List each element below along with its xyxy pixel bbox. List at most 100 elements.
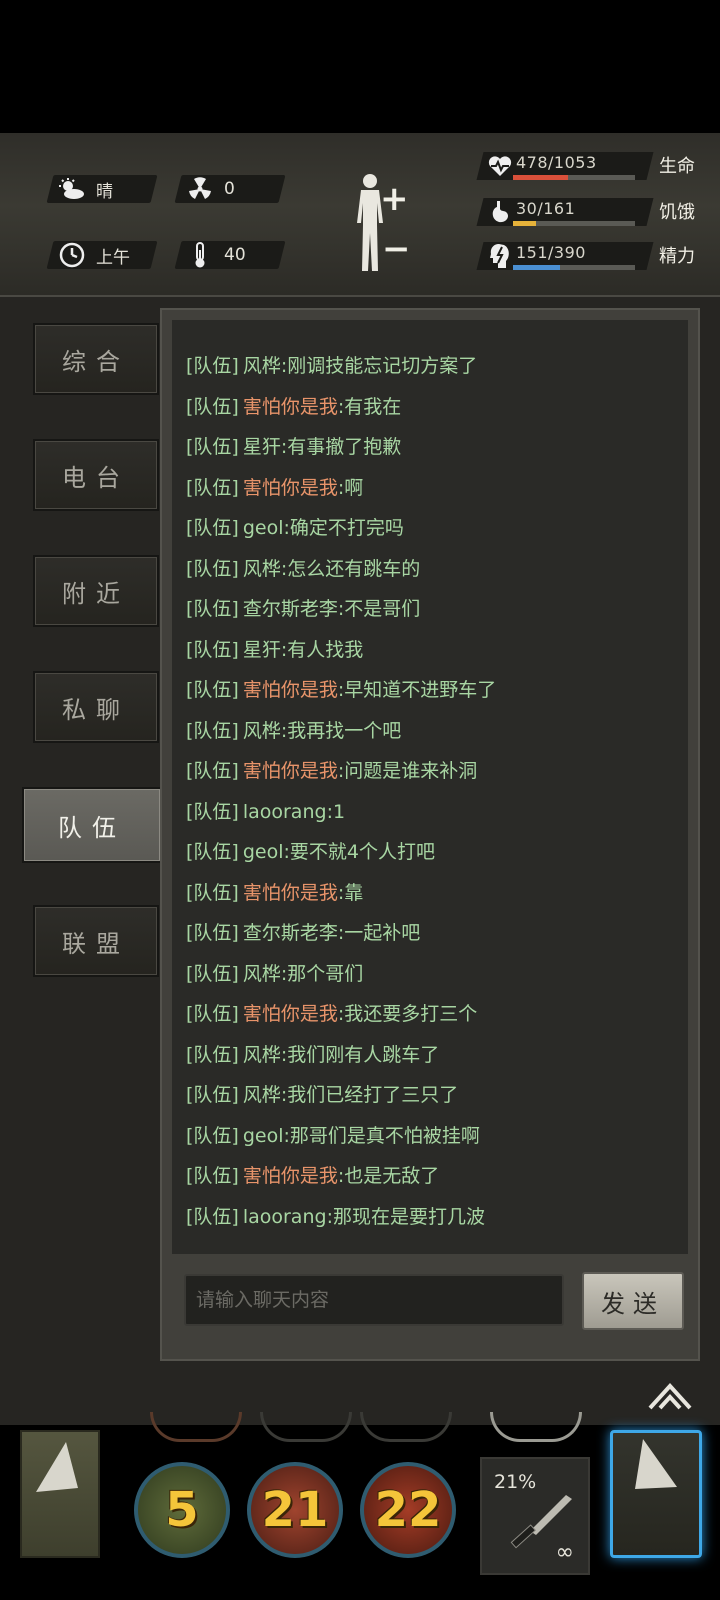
chat-message: [队伍] 害怕你是我:有我在 xyxy=(186,387,401,427)
chat-text: :我们刚有人跳车了 xyxy=(280,1043,440,1066)
chat-channel: [队伍] xyxy=(186,1003,239,1025)
energy-stat: 151/390 精力 xyxy=(476,239,695,273)
chat-sender[interactable]: geol xyxy=(243,517,284,539)
chat-sender[interactable]: 害怕你是我 xyxy=(243,679,338,701)
skill-blade[interactable]: 22 xyxy=(360,1462,456,1558)
chat-channel: [队伍] xyxy=(186,760,239,782)
chat-message: [队伍] 害怕你是我:啊 xyxy=(186,468,363,508)
chat-message: [队伍] 风桦:我们刚有人跳车了 xyxy=(186,1035,439,1075)
health-bar-fill xyxy=(513,175,569,180)
chat-sender[interactable]: 害怕你是我 xyxy=(243,760,338,782)
chat-sender[interactable]: 风桦 xyxy=(243,355,281,377)
collapse-up-icon[interactable] xyxy=(646,1378,694,1414)
chat-sender[interactable]: 风桦 xyxy=(243,1084,281,1106)
chat-sender[interactable]: 害怕你是我 xyxy=(243,477,338,499)
time-pill: 上午 xyxy=(46,241,158,269)
tab-nearby[interactable]: 附近 xyxy=(33,555,159,627)
chat-sender[interactable]: 害怕你是我 xyxy=(243,1003,338,1025)
temperature-value: 40 xyxy=(224,245,246,265)
chat-channel: [队伍] xyxy=(186,1205,239,1228)
chat-text: :不是哥们 xyxy=(337,598,421,620)
minus-icon: − xyxy=(382,229,411,269)
chat-channel: [队伍] xyxy=(186,395,239,418)
chat-message: [队伍] 查尔斯老李:一起补吧 xyxy=(186,913,420,953)
chat-sender[interactable]: 害怕你是我 xyxy=(243,882,338,904)
chat-sender[interactable]: geol xyxy=(243,841,284,863)
chat-message: [队伍] 害怕你是我:靠 xyxy=(186,873,363,913)
chat-text: :有人找我 xyxy=(280,638,364,661)
chat-channel: [队伍] xyxy=(186,436,239,458)
chat-channel: [队伍] xyxy=(186,962,239,985)
chat-sender[interactable]: 害怕你是我 xyxy=(243,1165,338,1187)
chat-channel: [队伍] xyxy=(186,638,239,661)
chat-text: :那现在是要打几波 xyxy=(326,1205,485,1228)
chat-message: [队伍] 星犴:有人找我 xyxy=(186,630,363,670)
chat-sender[interactable]: 查尔斯老李 xyxy=(243,922,338,944)
chat-sender[interactable]: laoorang xyxy=(243,801,327,823)
chat-message: [队伍] laoorang:那现在是要打几波 xyxy=(186,1197,485,1237)
weapon-ammo: ∞ xyxy=(555,1540,574,1565)
skill-heal[interactable]: 5 xyxy=(134,1462,230,1558)
chat-sender[interactable]: 星犴 xyxy=(243,639,281,661)
chat-text: :我们已经打了三只了 xyxy=(280,1084,459,1106)
thermometer-icon xyxy=(186,241,214,269)
chat-message: [队伍] 星犴:有事撤了抱歉 xyxy=(186,427,401,467)
energy-bar-fill xyxy=(513,265,561,270)
weapon-slot[interactable]: 21% ∞ xyxy=(480,1457,590,1575)
health-label: 生命 xyxy=(659,156,695,177)
tab-alliance[interactable]: 联盟 xyxy=(33,905,159,977)
chat-sender[interactable]: 星犴 xyxy=(243,436,281,458)
weather-pill: 晴 xyxy=(46,175,158,203)
hunger-bar-fill xyxy=(513,221,536,226)
chat-channel: [队伍] xyxy=(186,841,239,863)
chat-channel: [队伍] xyxy=(186,476,239,499)
chat-channel: [队伍] xyxy=(186,881,239,904)
chat-message: [队伍] 风桦:我再找一个吧 xyxy=(186,711,401,751)
chat-text: :一起补吧 xyxy=(337,922,421,944)
chat-text: :有事撤了抱歉 xyxy=(280,436,402,458)
status-panel: 晴 0 上午 40 + − 478/1053 生命 30/161 饥饿 151/… xyxy=(0,133,720,295)
next-page-button[interactable] xyxy=(610,1430,702,1558)
chat-channel: [队伍] xyxy=(186,922,239,944)
chat-message: [队伍] 害怕你是我:也是无敌了 xyxy=(186,1156,439,1196)
previous-page-button[interactable] xyxy=(20,1430,100,1558)
chat-channel: [队伍] xyxy=(186,719,239,742)
send-button[interactable]: 发送 xyxy=(582,1272,684,1330)
chat-message: [队伍] geol:确定不打完吗 xyxy=(186,508,404,548)
skill-fist[interactable]: 21 xyxy=(247,1462,343,1558)
clock-icon xyxy=(58,241,86,269)
chat-sender[interactable]: 风桦 xyxy=(243,720,281,742)
health-stat: 478/1053 生命 xyxy=(476,149,695,183)
chat-message: [队伍] 查尔斯老李:不是哥们 xyxy=(186,589,420,629)
chat-sender[interactable]: geol xyxy=(243,1125,284,1147)
chat-message: [队伍] 风桦:我们已经打了三只了 xyxy=(186,1075,458,1115)
chat-message: [队伍] geol:要不就4个人打吧 xyxy=(186,832,435,872)
tab-private[interactable]: 私聊 xyxy=(33,671,159,743)
chat-message: [队伍] geol:那哥们是真不怕被挂啊 xyxy=(186,1116,480,1156)
chat-message: [队伍] laoorang:1 xyxy=(186,792,345,832)
chat-sender[interactable]: laoorang xyxy=(243,1206,327,1228)
tab-team[interactable]: 队伍 xyxy=(22,787,162,863)
plus-icon: + xyxy=(380,179,409,219)
chat-sender[interactable]: 风桦 xyxy=(243,963,281,985)
chat-log[interactable]: [队伍] 风桦:刚调技能忘记切方案了 [队伍] 害怕你是我:有我在 [队伍] 星犴:有事撤… xyxy=(172,320,688,1254)
chat-text: :靠 xyxy=(337,881,364,904)
arrow-right-icon xyxy=(635,1439,677,1489)
tab-radio[interactable]: 电台 xyxy=(33,439,159,511)
tab-general[interactable]: 综合 xyxy=(33,323,159,395)
time-of-day-text: 上午 xyxy=(96,247,130,268)
chat-sender[interactable]: 害怕你是我 xyxy=(243,396,338,418)
chat-sender[interactable]: 风桦 xyxy=(243,558,281,580)
chat-sender[interactable]: 风桦 xyxy=(243,1044,281,1066)
chat-channel: [队伍] xyxy=(186,355,239,377)
chat-input[interactable] xyxy=(184,1274,564,1326)
chat-channel: [队伍] xyxy=(186,800,239,823)
radiation-value: 0 xyxy=(224,179,235,199)
energy-value: 151/390 xyxy=(516,243,586,262)
chat-sender[interactable]: 查尔斯老李 xyxy=(243,598,338,620)
chat-text: :刚调技能忘记切方案了 xyxy=(280,355,478,377)
chat-text: :啊 xyxy=(337,476,364,499)
hunger-label: 饥饿 xyxy=(659,202,695,223)
chat-text: :问题是谁来补洞 xyxy=(337,760,478,782)
chat-channel: [队伍] xyxy=(186,679,239,701)
